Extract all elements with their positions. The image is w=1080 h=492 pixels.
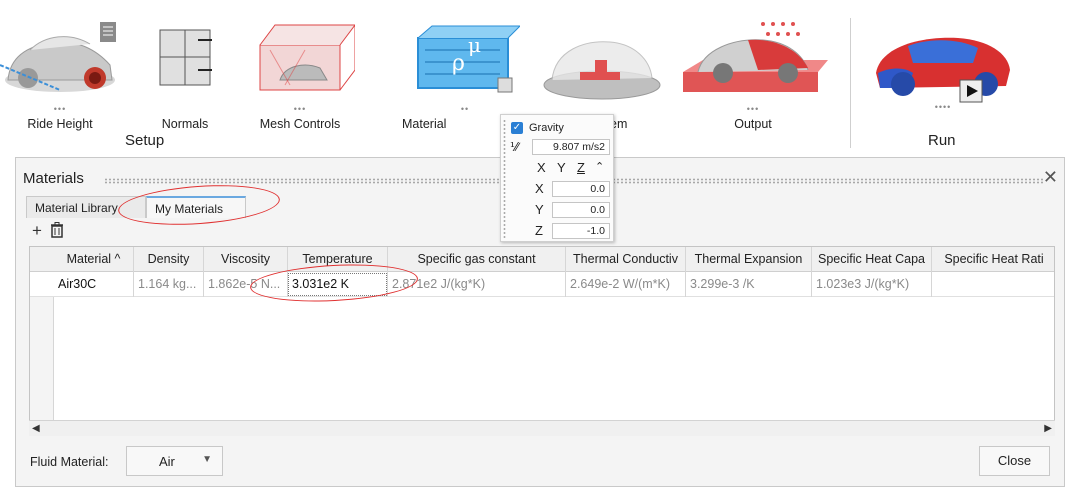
axis-header-z[interactable]: Z xyxy=(577,160,585,175)
trash-icon[interactable] xyxy=(49,222,65,240)
material-label: Material xyxy=(402,117,447,131)
mesh-controls-more[interactable]: ••• xyxy=(245,104,355,114)
collapse-icon[interactable]: ⌃ xyxy=(595,160,604,173)
cell-specific-heat-capacity[interactable]: 1.023e3 J/(kg*K) xyxy=(812,272,932,297)
scroll-left-icon[interactable]: ◀ xyxy=(32,423,40,434)
cell-specific-gas-constant[interactable]: 2.871e2 J/(kg*K) xyxy=(388,272,566,297)
gravity-magnitude-input[interactable]: 9.807 m/s2 xyxy=(532,139,610,155)
col-header-viscosity[interactable]: Viscosity xyxy=(204,247,288,272)
close-button[interactable]: Close xyxy=(979,446,1050,476)
chevron-down-icon: ▼ xyxy=(202,454,212,465)
run-group-label: Run xyxy=(928,132,956,149)
gravity-label: Gravity xyxy=(529,122,564,134)
col-header-density[interactable]: Density xyxy=(134,247,204,272)
tab-material-library[interactable]: Material Library xyxy=(26,196,146,218)
axis-header-x[interactable]: X xyxy=(537,160,546,175)
close-icon[interactable]: ✕ xyxy=(1043,168,1058,186)
run-more[interactable]: •••• xyxy=(868,102,1018,112)
svg-text:μ: μ xyxy=(468,33,481,57)
ribbon-separator xyxy=(850,18,851,148)
normals-icon xyxy=(159,29,212,86)
col-header-thermal-conductivity[interactable]: Thermal Conductiv xyxy=(566,247,686,272)
percent-icon: ⅟∕ xyxy=(510,140,519,154)
gravity-popup: ✓ Gravity ⅟∕ 9.807 m/s2 X Y Z ⌃ X 0.0 Y … xyxy=(500,114,614,242)
fluid-material-select[interactable]: Air ▼ xyxy=(126,446,223,476)
z-axis-label: Z xyxy=(535,223,543,238)
mesh-controls-icon xyxy=(259,24,355,91)
table-header-row: Material ^ Density Viscosity Temperature… xyxy=(30,247,1054,272)
svg-text:ρ: ρ xyxy=(452,51,465,76)
gravity-z-input[interactable]: -1.0 xyxy=(552,223,610,239)
system-icon xyxy=(543,41,661,100)
col-header-specific-heat-capacity[interactable]: Specific Heat Capa xyxy=(812,247,932,272)
ride-height-tool[interactable]: ••• Ride Height xyxy=(0,10,120,131)
gravity-y-input[interactable]: 0.0 xyxy=(552,202,610,218)
material-icon: ρ μ xyxy=(417,25,520,93)
normals-label: Normals xyxy=(161,117,209,131)
run-icon xyxy=(876,37,1010,103)
output-more[interactable]: ••• xyxy=(678,104,828,114)
mesh-controls-label: Mesh Controls xyxy=(259,117,341,131)
col-header-material[interactable]: Material ^ xyxy=(54,247,134,272)
gravity-x-input[interactable]: 0.0 xyxy=(552,181,610,197)
cell-viscosity[interactable]: 1.862e-5 N... xyxy=(204,272,288,297)
x-axis-label: X xyxy=(535,181,544,196)
cell-thermal-conductivity[interactable]: 2.649e-2 W/(m*K) xyxy=(566,272,686,297)
tab-my-materials[interactable]: My Materials xyxy=(146,196,246,218)
material-more[interactable]: •• xyxy=(410,104,520,114)
run-tool[interactable]: •••• xyxy=(868,18,1018,128)
scroll-right-icon[interactable]: ▶ xyxy=(1044,423,1052,434)
output-label: Output xyxy=(734,117,772,131)
ride-height-icon xyxy=(0,22,116,92)
cell-density[interactable]: 1.164 kg... xyxy=(134,272,204,297)
system-tool[interactable]: em xyxy=(540,10,665,131)
fluid-material-value: Air xyxy=(159,454,175,469)
fluid-material-label: Fluid Material: xyxy=(30,455,109,469)
output-tool[interactable]: ••• Output xyxy=(678,10,828,131)
ride-height-label: Ride Height xyxy=(27,117,93,131)
mesh-controls-tool[interactable]: ••• Mesh Controls xyxy=(245,10,355,131)
cell-material[interactable]: Air30C xyxy=(54,272,134,297)
normals-tool[interactable]: Normals xyxy=(140,10,230,131)
output-icon xyxy=(683,22,828,92)
materials-table: Material ^ Density Viscosity Temperature… xyxy=(29,246,1055,436)
cell-focus-outline xyxy=(288,273,387,296)
add-icon[interactable]: + xyxy=(29,222,45,240)
horizontal-scrollbar[interactable]: ◀ ▶ xyxy=(29,420,1055,436)
col-header-specific-heat-ratio[interactable]: Specific Heat Rati xyxy=(932,247,1054,272)
popup-drag-handle[interactable] xyxy=(503,119,506,239)
cell-temperature[interactable]: 3.031e2 K xyxy=(288,272,388,297)
cell-thermal-expansion[interactable]: 3.299e-3 /K xyxy=(686,272,812,297)
col-header-temperature[interactable]: Temperature xyxy=(288,247,388,272)
gravity-checkbox[interactable]: ✓ xyxy=(511,122,523,134)
dialog-title: Materials xyxy=(23,170,84,187)
y-axis-label: Y xyxy=(535,202,544,217)
setup-group-label: Setup xyxy=(125,132,165,149)
table-row[interactable]: Air30C 1.164 kg... 1.862e-5 N... 3.031e2… xyxy=(30,272,1054,297)
col-header-thermal-expansion[interactable]: Thermal Expansion xyxy=(686,247,812,272)
col-header-specific-gas-constant[interactable]: Specific gas constant xyxy=(388,247,566,272)
cell-specific-heat-ratio[interactable] xyxy=(932,272,1054,297)
ride-height-more[interactable]: ••• xyxy=(0,104,120,114)
axis-header-y[interactable]: Y xyxy=(557,160,566,175)
material-tool[interactable]: ρ μ •• Material xyxy=(402,10,520,131)
